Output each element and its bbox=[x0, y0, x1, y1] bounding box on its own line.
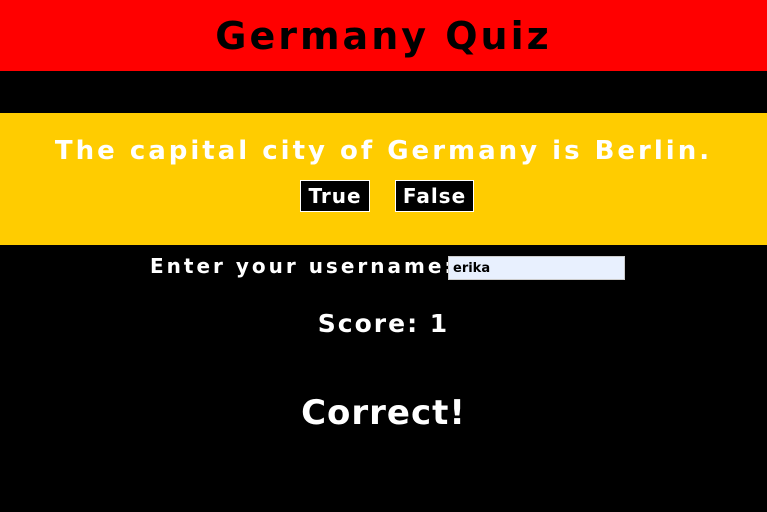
score-value: 1 bbox=[429, 309, 450, 338]
header-divider-band bbox=[0, 71, 767, 113]
quiz-header: Germany Quiz bbox=[0, 0, 767, 71]
question-panel: The capital city of Germany is Berlin. T… bbox=[0, 113, 767, 245]
score-label: Score: bbox=[317, 309, 420, 338]
question-text: The capital city of Germany is Berlin. bbox=[54, 136, 713, 166]
false-button[interactable]: False bbox=[395, 180, 474, 212]
feedback-message: Correct! bbox=[301, 393, 466, 433]
page-title: Germany Quiz bbox=[215, 13, 552, 58]
username-input[interactable] bbox=[448, 256, 625, 280]
username-label: Enter your username: bbox=[150, 254, 456, 278]
true-button[interactable]: True bbox=[300, 180, 370, 212]
score-display: Score: 1 bbox=[0, 309, 767, 339]
username-row: Enter your username: bbox=[0, 253, 767, 281]
